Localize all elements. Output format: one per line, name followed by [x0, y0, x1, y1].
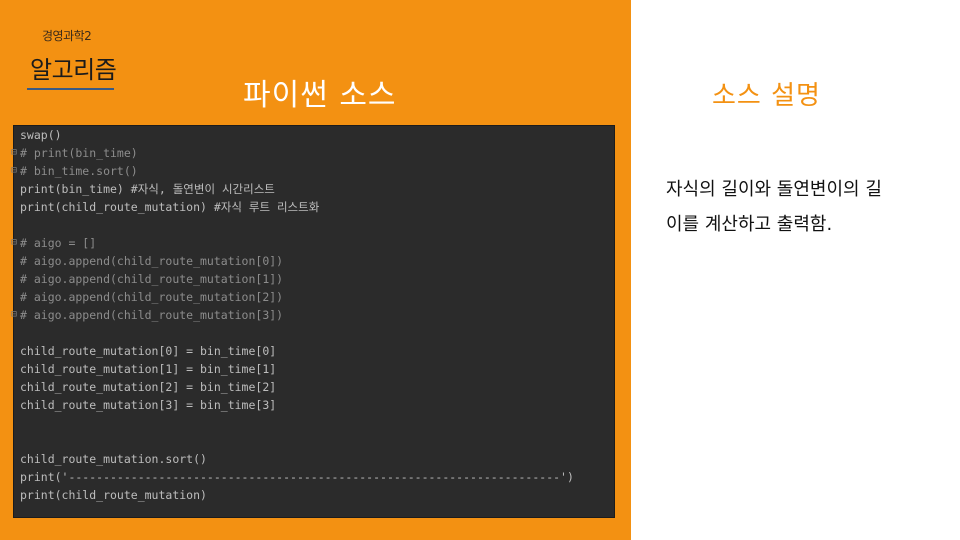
fold-marker-icon[interactable]: ⊟ [11, 144, 17, 162]
code-line: child_route_mutation[2] = bin_time[2] [20, 380, 277, 394]
code-line: child_route_mutation[1] = bin_time[1] [20, 362, 277, 376]
code-line: print('---------------------------------… [20, 470, 574, 484]
source-explanation-title: 소스 설명 [712, 81, 821, 111]
description-line-1: 자식의 길이와 돌연변이의 길 [666, 179, 882, 200]
subject-title: 알고리즘 [30, 56, 117, 84]
code-text: # bin_time.sort() [20, 164, 138, 178]
description-text: 자식의 길이와 돌연변이의 길 이를 계산하고 출력함. [666, 172, 936, 242]
subject-underline [27, 88, 114, 90]
code-line: print(child_route_mutation) [20, 488, 207, 502]
code-text: # print(bin_time) [20, 146, 138, 160]
code-line: child_route_mutation[3] = bin_time[3] [20, 398, 277, 412]
code-line: swap() [20, 128, 62, 142]
python-source-title: 파이썬 소스 [243, 78, 397, 113]
description-line-2: 이를 계산하고 출력함. [666, 214, 833, 235]
code-line: # aigo.append(child_route_mutation[0]) [20, 254, 284, 268]
code-line: ⊟ # aigo.append(child_route_mutation[3]) [11, 306, 284, 324]
code-line: # aigo.append(child_route_mutation[2]) [20, 290, 284, 304]
code-line: child_route_mutation[0] = bin_time[0] [20, 344, 277, 358]
code-text: # aigo = [] [20, 236, 97, 250]
code-editor[interactable]: swap() ⊟ # print(bin_time) ⊟ # bin_time.so… [11, 125, 615, 518]
code-line: print(child_route_mutation) #자식 루트 리스트화 [20, 200, 320, 214]
code-line: ⊟ # aigo = [] [11, 234, 97, 252]
code-line: ⊟ # print(bin_time) [11, 144, 138, 162]
course-label: 경영과학2 [42, 29, 92, 43]
code-line: ⊟ # bin_time.sort() [11, 162, 138, 180]
fold-marker-icon[interactable]: ⊟ [11, 162, 17, 180]
code-line: print(bin_time) #자식, 돌연변이 시간리스트 [20, 182, 275, 196]
code-line: # aigo.append(child_route_mutation[1]) [20, 272, 284, 286]
code-line: child_route_mutation.sort() [20, 452, 207, 466]
code-text: # aigo.append(child_route_mutation[3]) [20, 308, 284, 322]
fold-marker-icon[interactable]: ⊟ [11, 234, 17, 252]
fold-marker-icon[interactable]: ⊟ [11, 306, 17, 324]
